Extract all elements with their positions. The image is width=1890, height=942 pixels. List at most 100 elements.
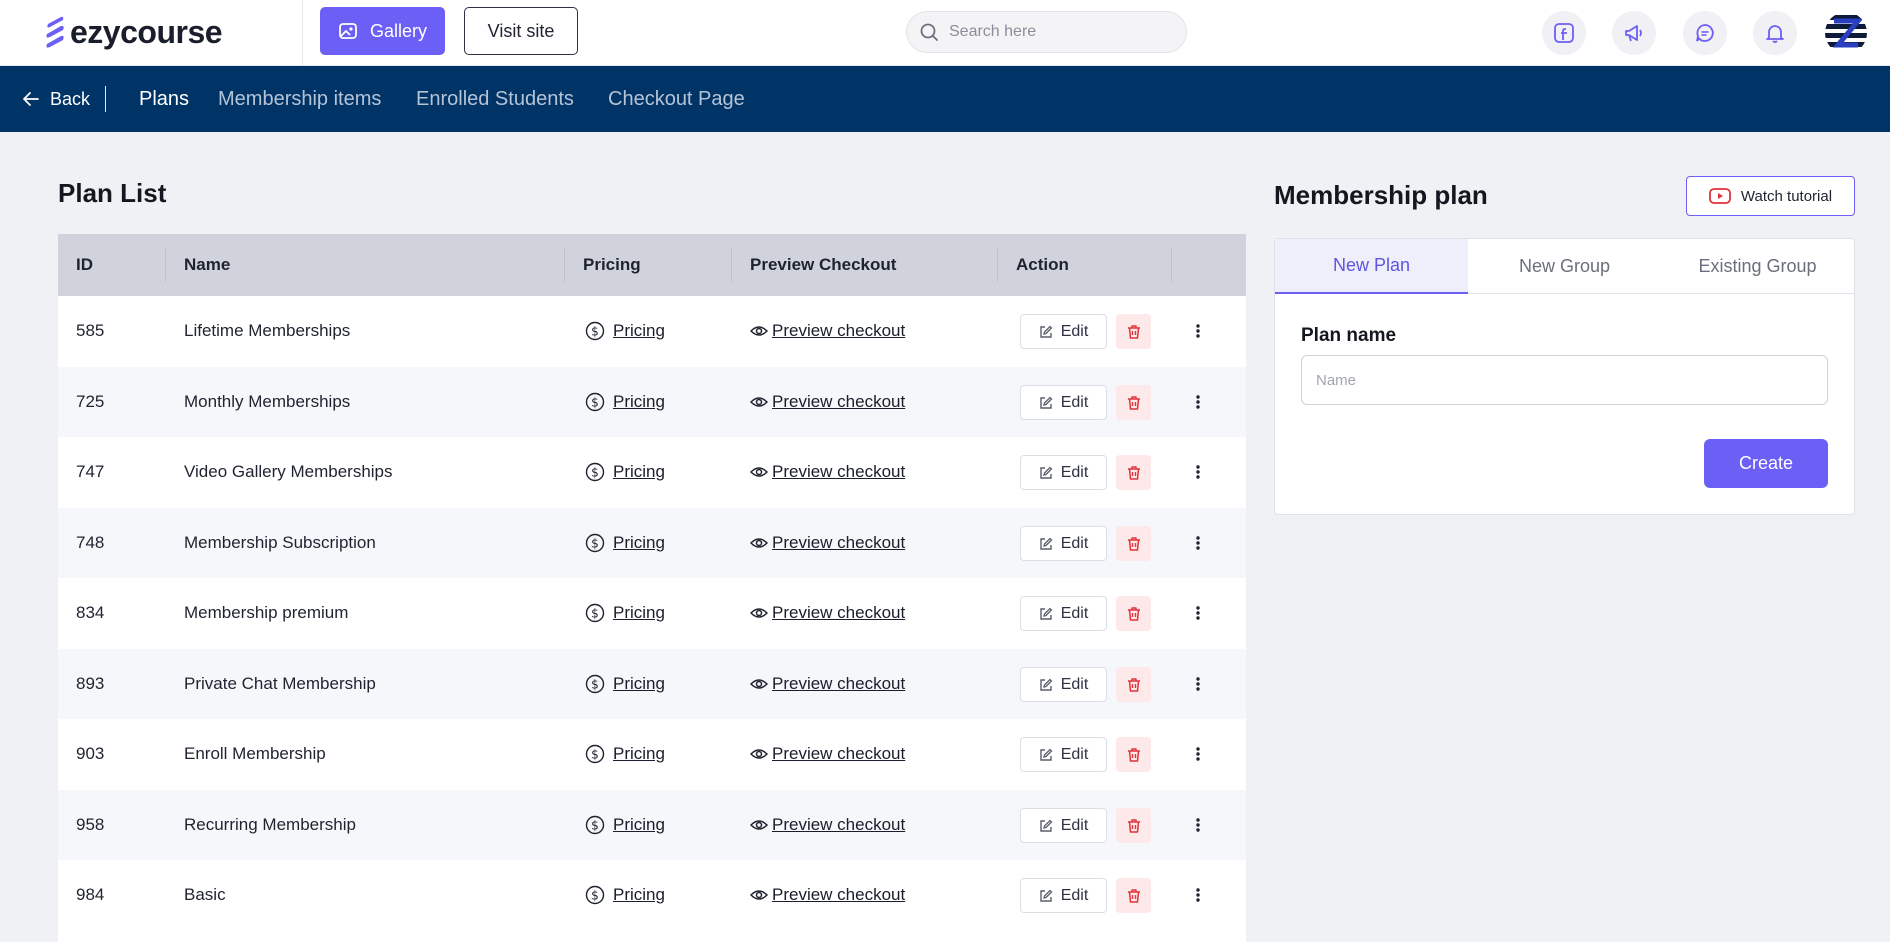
edit-icon (1040, 748, 1053, 761)
kebab-menu-icon (1196, 324, 1200, 338)
edit-button[interactable]: Edit (1020, 808, 1107, 843)
tab-membership-items-label: Membership items (218, 87, 382, 110)
eye-icon (750, 326, 768, 336)
edit-icon (1040, 325, 1053, 338)
back-button[interactable]: Back (22, 66, 90, 132)
plan-name: Basic (184, 885, 226, 904)
watch-tutorial-button[interactable]: Watch tutorial (1686, 176, 1855, 216)
tab-existing-group[interactable]: Existing Group (1661, 239, 1854, 294)
edit-button[interactable]: Edit (1020, 596, 1107, 631)
preview-checkout-link[interactable]: Preview checkout (772, 885, 905, 905)
table-row: 725 Monthly Memberships $ Pricing Preview ch… (58, 367, 1246, 437)
tab-existing-group-label: Existing Group (1698, 256, 1817, 276)
arrow-left-icon (23, 92, 39, 106)
visit-site-button[interactable]: Visit site (464, 7, 578, 55)
preview-cell: Preview checkout (750, 578, 905, 648)
delete-button[interactable] (1116, 526, 1151, 561)
preview-checkout-link[interactable]: Preview checkout (772, 674, 905, 694)
more-options-button[interactable] (1188, 674, 1208, 694)
edit-button[interactable]: Edit (1020, 737, 1107, 772)
svg-text:$: $ (591, 396, 599, 410)
logo[interactable]: ezycourse (44, 14, 223, 50)
plan-name: Video Gallery Memberships (184, 462, 393, 481)
pricing-link[interactable]: Pricing (613, 885, 665, 905)
tab-new-plan[interactable]: New Plan (1275, 239, 1468, 294)
edit-button[interactable]: Edit (1020, 455, 1107, 490)
edit-icon (1040, 537, 1053, 550)
more-options-button[interactable] (1188, 392, 1208, 412)
plan-name-input[interactable] (1301, 355, 1828, 405)
avatar[interactable] (1824, 11, 1868, 55)
preview-checkout-link[interactable]: Preview checkout (772, 533, 905, 553)
svg-text:$: $ (591, 466, 599, 480)
bell-icon (1766, 25, 1784, 43)
edit-icon (1040, 678, 1053, 691)
more-options-button[interactable] (1188, 603, 1208, 623)
edit-label: Edit (1060, 604, 1089, 622)
tab-plans[interactable]: Plans (139, 66, 189, 132)
pricing-link[interactable]: Pricing (613, 815, 665, 835)
delete-button[interactable] (1116, 596, 1151, 631)
delete-button[interactable] (1116, 385, 1151, 420)
delete-button[interactable] (1116, 455, 1151, 490)
pricing-link[interactable]: Pricing (613, 674, 665, 694)
table-row: 585 Lifetime Memberships $ Pricing Preview c… (58, 296, 1246, 366)
kebab-menu-icon (1196, 747, 1200, 761)
preview-checkout-link[interactable]: Preview checkout (772, 462, 905, 482)
more-options-button[interactable] (1188, 885, 1208, 905)
chat-button[interactable] (1683, 11, 1727, 55)
edit-button[interactable]: Edit (1020, 314, 1107, 349)
more-options-button[interactable] (1188, 533, 1208, 553)
avatar-image (1824, 11, 1868, 55)
pricing-link[interactable]: Pricing (613, 321, 665, 341)
pricing-link[interactable]: Pricing (613, 462, 665, 482)
facebook-button[interactable] (1542, 11, 1586, 55)
edit-button[interactable]: Edit (1020, 878, 1107, 913)
trash-icon (1127, 324, 1140, 339)
tab-new-plan-label: New Plan (1332, 255, 1411, 275)
announcement-button[interactable] (1612, 11, 1656, 55)
edit-button[interactable]: Edit (1020, 526, 1107, 561)
preview-checkout-link[interactable]: Preview checkout (772, 392, 905, 412)
delete-button[interactable] (1116, 878, 1151, 913)
dollar-circle-icon: $ (585, 533, 605, 553)
gallery-button[interactable]: Gallery (320, 7, 445, 55)
column-divider (165, 248, 166, 282)
delete-button[interactable] (1116, 667, 1151, 702)
pricing-cell: $ Pricing (585, 508, 665, 578)
plan-name: Membership Subscription (184, 533, 376, 552)
tab-new-group[interactable]: New Group (1468, 239, 1661, 294)
more-options-button[interactable] (1188, 462, 1208, 482)
back-label: Back (50, 88, 91, 109)
dollar-circle-icon: $ (585, 603, 605, 623)
more-options-button[interactable] (1188, 815, 1208, 835)
more-options-button[interactable] (1188, 744, 1208, 764)
create-button[interactable]: Create (1704, 439, 1828, 488)
delete-button[interactable] (1116, 737, 1151, 772)
preview-checkout-link[interactable]: Preview checkout (772, 603, 905, 623)
more-options-button[interactable] (1188, 321, 1208, 341)
edit-button[interactable]: Edit (1020, 385, 1107, 420)
tab-enrolled-students-label: Enrolled Students (416, 87, 574, 110)
delete-button[interactable] (1116, 314, 1151, 349)
pricing-link[interactable]: Pricing (613, 744, 665, 764)
tab-checkout-page[interactable]: Checkout Page (608, 66, 745, 132)
kebab-menu-icon (1196, 465, 1200, 479)
search-input[interactable] (949, 23, 1169, 41)
pricing-link[interactable]: Pricing (613, 603, 665, 623)
pricing-link[interactable]: Pricing (613, 392, 665, 412)
tab-membership-items[interactable]: Membership items (218, 66, 381, 132)
pricing-link[interactable]: Pricing (613, 533, 665, 553)
edit-button[interactable]: Edit (1020, 667, 1107, 702)
table-row: 893 Private Chat Membership $ Pricing Previe… (58, 649, 1246, 719)
tab-enrolled-students[interactable]: Enrolled Students (416, 66, 574, 132)
preview-checkout-link[interactable]: Preview checkout (772, 744, 905, 764)
plan-table: ID Name Pricing Preview Checkout Action … (58, 234, 1246, 942)
notifications-button[interactable] (1753, 11, 1797, 55)
column-header-preview-checkout: Preview Checkout (750, 255, 897, 274)
preview-checkout-link[interactable]: Preview checkout (772, 321, 905, 341)
search-box[interactable] (906, 11, 1187, 53)
plan-id: 984 (76, 885, 105, 904)
delete-button[interactable] (1116, 808, 1151, 843)
preview-checkout-link[interactable]: Preview checkout (772, 815, 905, 835)
